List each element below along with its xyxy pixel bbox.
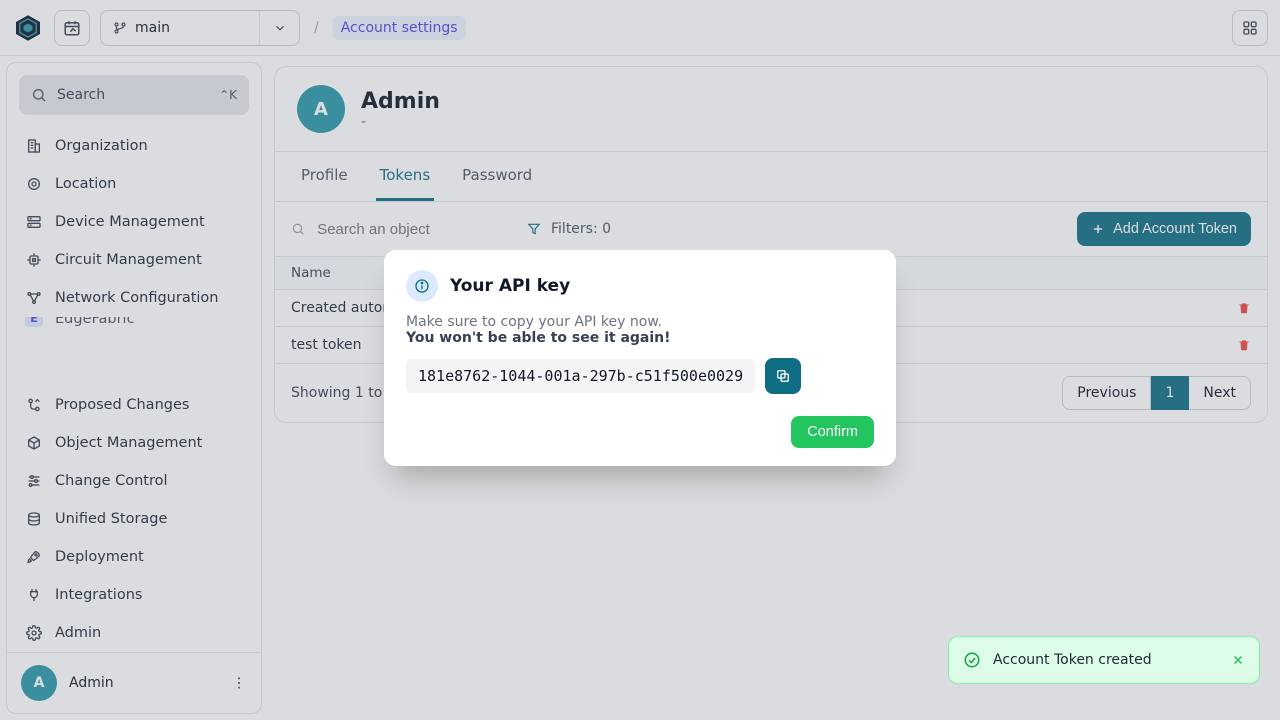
confirm-button[interactable]: Confirm <box>791 416 874 448</box>
check-circle-icon <box>963 651 981 669</box>
api-key-modal: Your API key Make sure to copy your API … <box>384 250 896 466</box>
modal-overlay[interactable]: Your API key Make sure to copy your API … <box>0 0 1280 720</box>
copy-icon <box>775 368 791 384</box>
api-key-value[interactable]: 181e8762-1044-001a-297b-c51f500e0029 <box>406 359 755 393</box>
info-icon <box>406 270 438 302</box>
close-icon <box>1231 653 1245 667</box>
toast: Account Token created <box>948 636 1260 684</box>
toast-close-button[interactable] <box>1231 653 1245 667</box>
copy-button[interactable] <box>765 358 801 394</box>
toast-message: Account Token created <box>993 652 1152 668</box>
modal-line-1: Make sure to copy your API key now. <box>406 314 874 330</box>
modal-title: Your API key <box>450 276 570 296</box>
modal-line-2: You won't be able to see it again! <box>406 330 874 346</box>
